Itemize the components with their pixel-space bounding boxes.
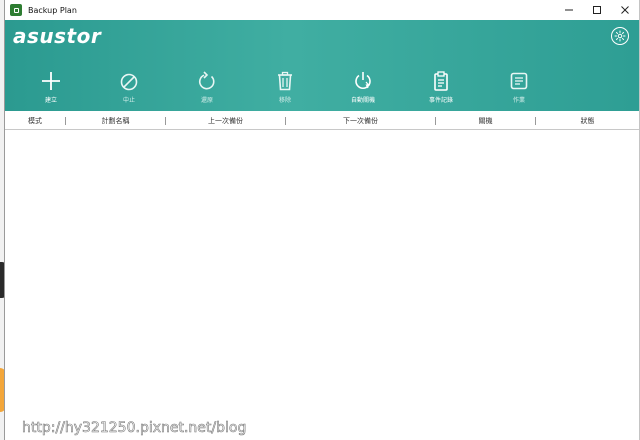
backup-plan-window: Backup Plan asustor 建立 中止 還原 移除 自動關機 事件記… bbox=[4, 0, 640, 440]
window-controls bbox=[555, 0, 639, 20]
column-header-last-backup[interactable]: 上一次備份 bbox=[166, 112, 285, 129]
event-log-label: 事件記錄 bbox=[428, 97, 453, 104]
window-title: Backup Plan bbox=[28, 5, 77, 15]
stop-icon bbox=[120, 73, 138, 91]
column-header-status[interactable]: 狀態 bbox=[536, 112, 639, 129]
close-button[interactable] bbox=[611, 0, 639, 20]
stop-label: 中止 bbox=[122, 97, 135, 104]
watermark-text: http://hy321250.pixnet.net/blog bbox=[22, 420, 247, 437]
column-header-shutdown[interactable]: 關機 bbox=[436, 112, 535, 129]
maximize-icon bbox=[593, 6, 601, 14]
settings-button[interactable] bbox=[611, 27, 629, 45]
remove-label: 移除 bbox=[278, 97, 291, 104]
header-banner: asustor 建立 中止 還原 移除 自動關機 事件記錄 作業 bbox=[5, 20, 639, 111]
power-icon bbox=[355, 72, 371, 89]
backup-plan-list[interactable] bbox=[5, 131, 639, 436]
trash-icon bbox=[278, 71, 292, 91]
minimize-button[interactable] bbox=[555, 0, 583, 20]
stop-button[interactable]: 中止 bbox=[99, 70, 159, 104]
restore-label: 還原 bbox=[200, 97, 213, 104]
maximize-button[interactable] bbox=[583, 0, 611, 20]
clipboard-icon bbox=[434, 71, 448, 91]
title-bar[interactable]: Backup Plan bbox=[5, 0, 639, 20]
restore-button[interactable]: 還原 bbox=[177, 70, 237, 104]
event-log-button[interactable]: 事件記錄 bbox=[411, 70, 471, 104]
auto-shutdown-label: 自動關機 bbox=[350, 97, 375, 104]
jobs-button[interactable]: 作業 bbox=[489, 70, 549, 104]
column-header-plan-name[interactable]: 計劃名稱 bbox=[66, 112, 165, 129]
toolbar: 建立 中止 還原 移除 自動關機 事件記錄 作業 bbox=[5, 70, 639, 110]
column-header-mode[interactable]: 模式 bbox=[5, 112, 65, 129]
app-icon bbox=[10, 4, 22, 16]
list-icon bbox=[510, 72, 528, 90]
plus-icon bbox=[42, 72, 60, 90]
auto-shutdown-button[interactable]: 自動關機 bbox=[333, 70, 393, 104]
create-label: 建立 bbox=[44, 97, 57, 104]
restore-icon bbox=[198, 71, 215, 90]
table-header: 模式 計劃名稱 上一次備份 下一次備份 關機 狀態 bbox=[5, 112, 639, 130]
column-header-next-backup[interactable]: 下一次備份 bbox=[286, 112, 435, 129]
close-icon bbox=[621, 6, 629, 14]
jobs-label: 作業 bbox=[512, 97, 525, 104]
gear-icon bbox=[614, 30, 626, 42]
remove-button[interactable]: 移除 bbox=[255, 70, 315, 104]
create-button[interactable]: 建立 bbox=[21, 70, 81, 104]
minimize-icon bbox=[565, 9, 573, 11]
asustor-logo: asustor bbox=[13, 24, 102, 48]
